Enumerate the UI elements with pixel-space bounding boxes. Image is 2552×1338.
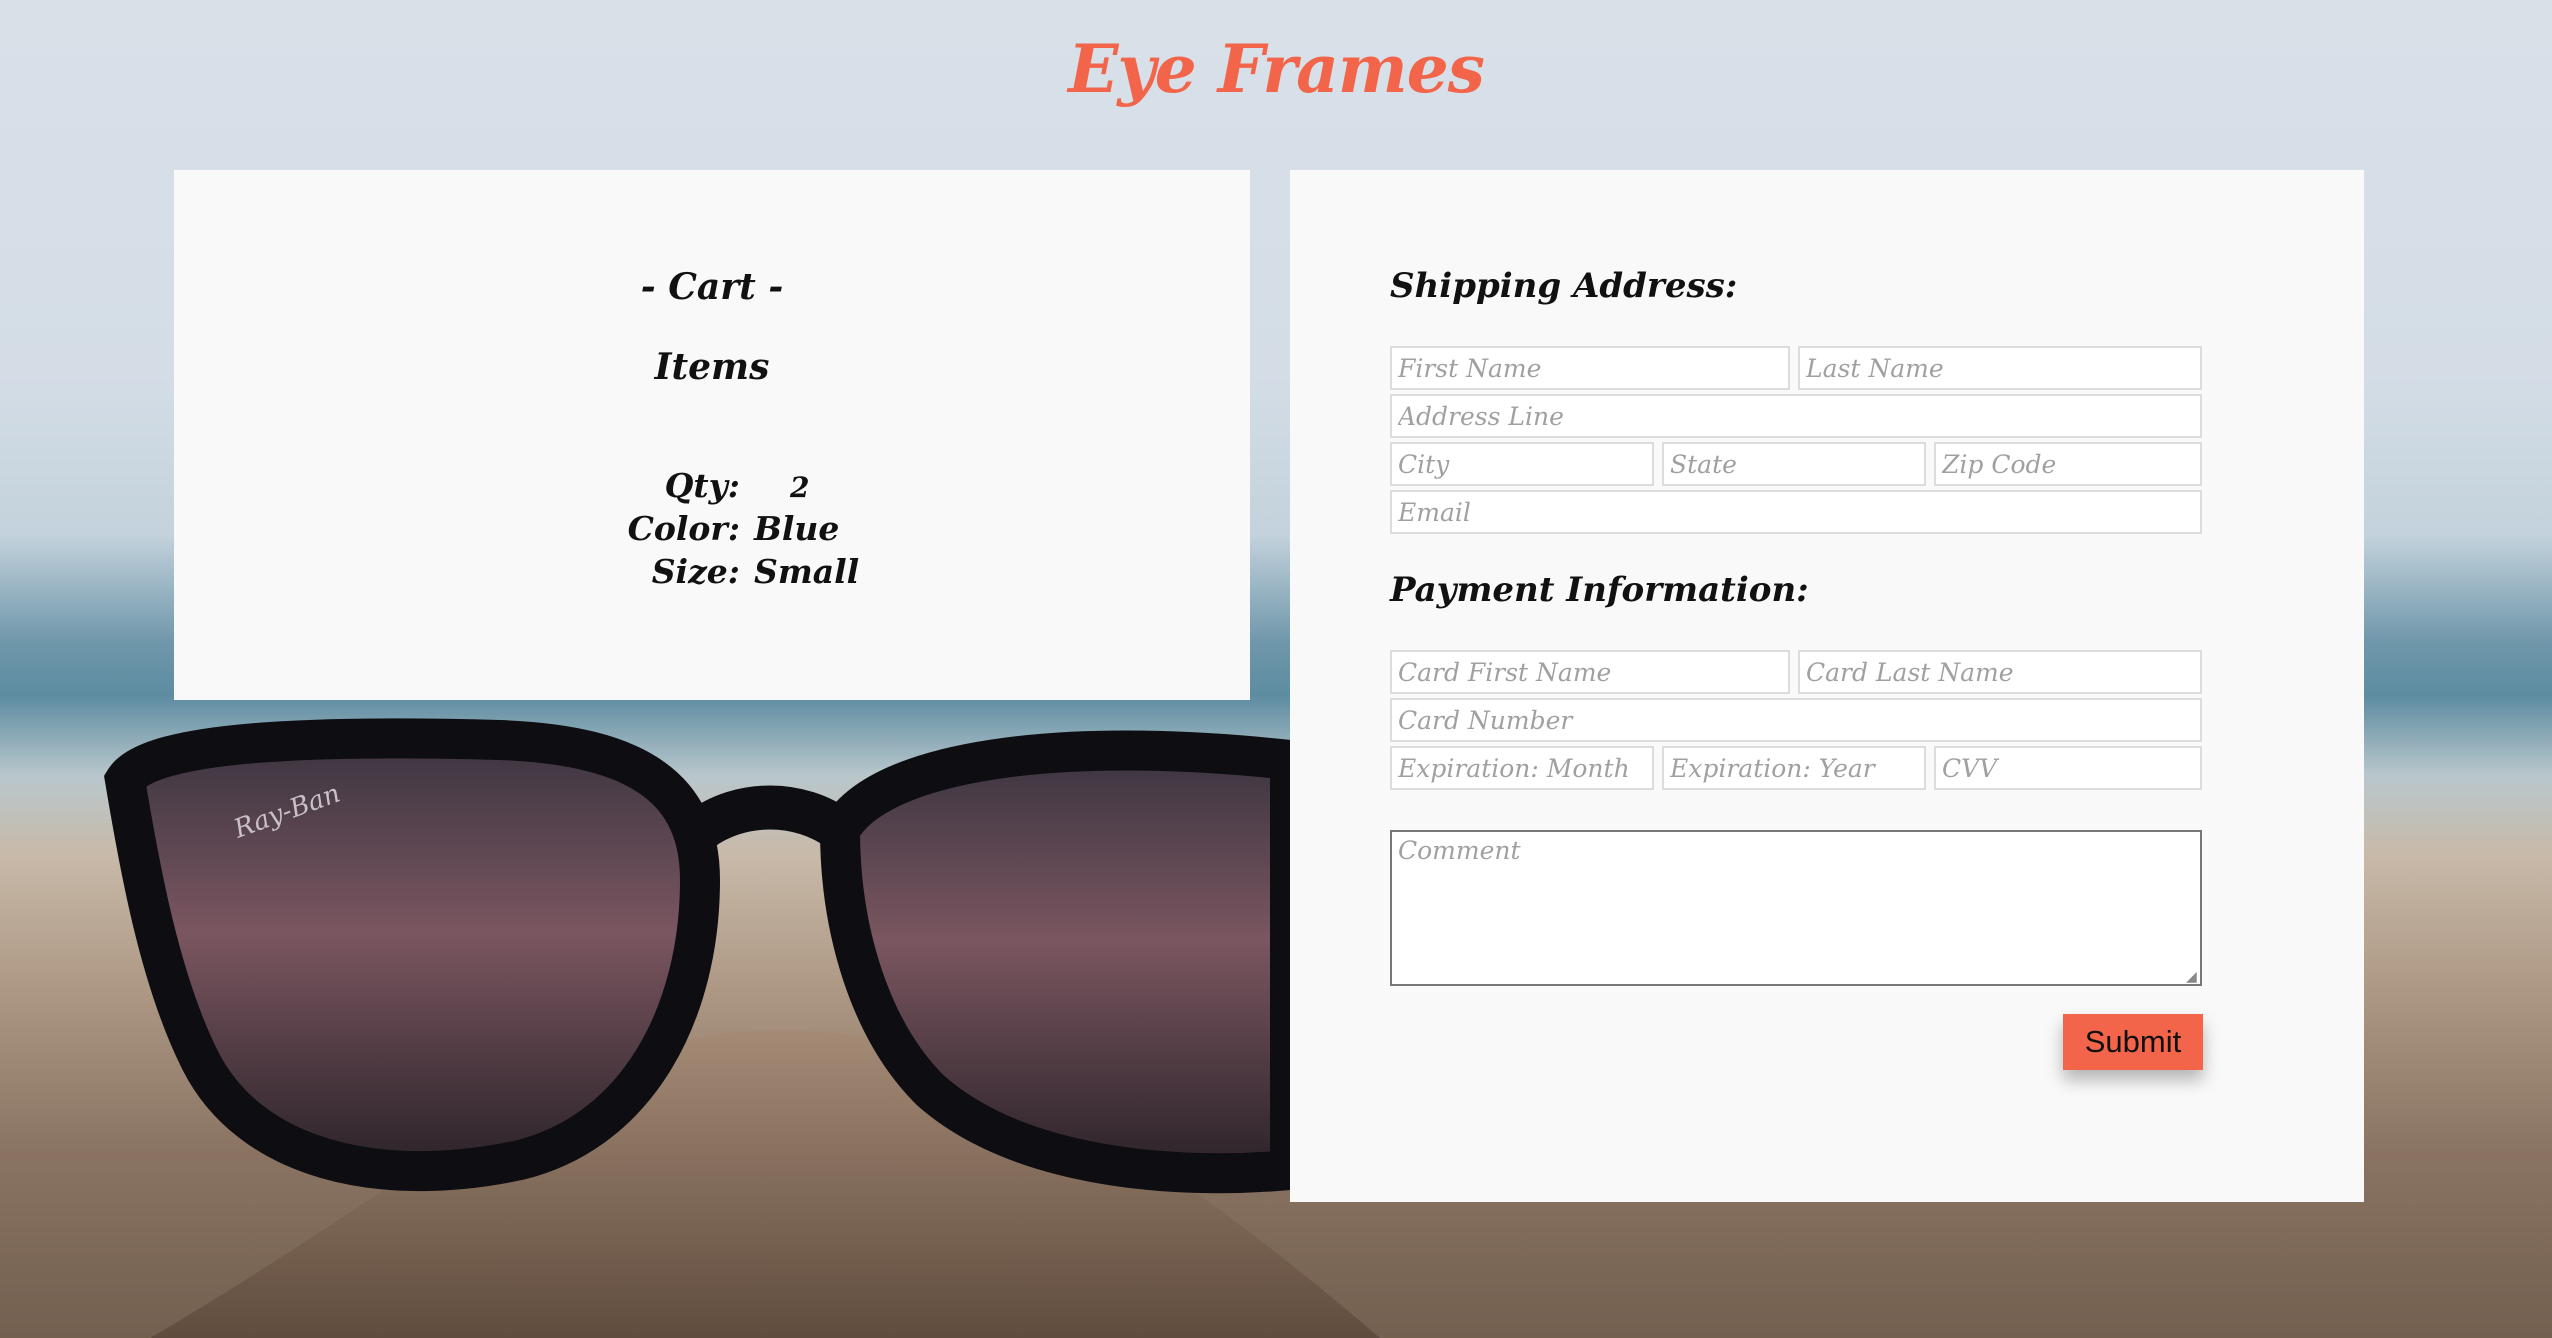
cart-items-heading: Items <box>654 346 770 388</box>
qty-label: Qty: <box>664 466 740 505</box>
color-label: Color: <box>627 509 740 548</box>
zip-code-input[interactable] <box>1934 442 2202 486</box>
card-first-name-input[interactable] <box>1390 650 1790 694</box>
state-input[interactable] <box>1662 442 1926 486</box>
expiration-year-input[interactable] <box>1662 746 1926 790</box>
payment-information-heading: Payment Information: <box>1390 570 1809 610</box>
color-row: Color: Blue <box>614 509 874 552</box>
shipping-address-heading: Shipping Address: <box>1390 266 1738 306</box>
card-number-input[interactable] <box>1390 698 2202 742</box>
checkout-form-panel: Shipping Address: Payment Information: ◢… <box>1290 170 2364 1202</box>
resize-handle-icon[interactable]: ◢ <box>2186 970 2200 984</box>
cart-panel: - Cart - Items Qty: 2 Color: Blue Size: … <box>174 170 1250 700</box>
expiration-month-input[interactable] <box>1390 746 1654 790</box>
qty-value: 2 <box>790 471 810 504</box>
comment-textarea[interactable] <box>1390 830 2202 986</box>
submit-button[interactable]: Submit <box>2063 1014 2203 1070</box>
size-row: Size: Small <box>614 552 874 595</box>
cvv-input[interactable] <box>1934 746 2202 790</box>
first-name-input[interactable] <box>1390 346 1790 390</box>
cart-heading: - Cart - <box>640 266 784 308</box>
size-value: Small <box>754 552 860 591</box>
color-value: Blue <box>754 509 840 548</box>
card-last-name-input[interactable] <box>1798 650 2202 694</box>
address-line-input[interactable] <box>1390 394 2202 438</box>
city-input[interactable] <box>1390 442 1654 486</box>
qty-row: Qty: 2 <box>614 466 874 509</box>
email-input[interactable] <box>1390 490 2202 534</box>
size-label: Size: <box>651 552 740 591</box>
cart-item-details: Qty: 2 Color: Blue Size: Small <box>614 466 874 595</box>
last-name-input[interactable] <box>1798 346 2202 390</box>
site-title: Eye Frames <box>1068 30 1485 108</box>
